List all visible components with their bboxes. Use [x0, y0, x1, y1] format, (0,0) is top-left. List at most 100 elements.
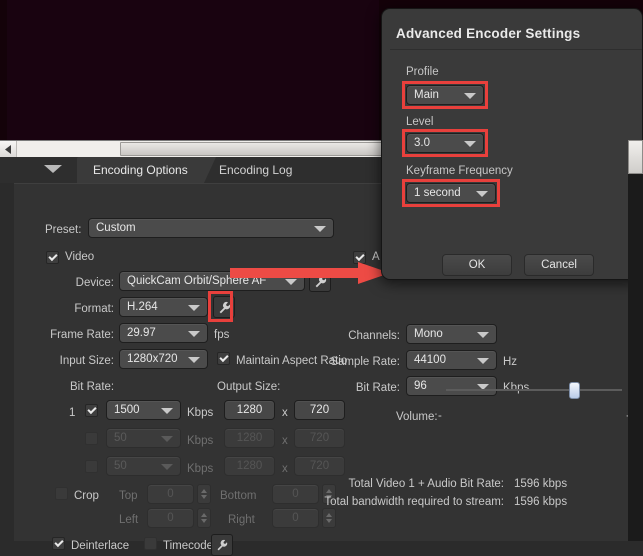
ok-button[interactable]: OK: [442, 254, 512, 276]
crop-right-field[interactable]: 0: [272, 508, 319, 528]
stream-enable-checkbox-3[interactable]: [85, 460, 98, 473]
deinterlace-checkbox[interactable]: [52, 537, 65, 550]
stream-height-value-2: 720: [309, 432, 330, 444]
frame-rate-unit: fps: [214, 329, 230, 341]
video-checkbox[interactable]: [46, 251, 59, 264]
crop-bottom-field[interactable]: 0: [272, 484, 319, 504]
vertical-scrollbar[interactable]: [628, 140, 643, 541]
tab-encoding-log[interactable]: Encoding Log: [203, 157, 308, 183]
crop-bottom-label: Bottom: [220, 490, 257, 502]
stream-height-field-2[interactable]: 720: [294, 428, 345, 448]
timecode-checkbox[interactable]: [144, 537, 157, 550]
sample-rate-unit: Hz: [503, 356, 518, 368]
stream-width-field-3[interactable]: 1280: [224, 456, 275, 476]
crop-top-value: 0: [167, 488, 174, 500]
output-size-header: Output Size:: [217, 381, 281, 393]
stream-bitrate-select-2[interactable]: 50: [106, 428, 181, 448]
crop-right-value: 0: [292, 512, 299, 524]
crop-top-label: Top: [119, 490, 138, 502]
crop-left-field[interactable]: 0: [147, 508, 194, 528]
preset-label: Preset:: [45, 224, 82, 236]
stream-bitrate-value-2: 50: [114, 432, 127, 444]
input-size-value: 1280x720: [127, 353, 178, 365]
volume-slider-thumb[interactable]: [569, 382, 580, 399]
video-label: Video: [65, 251, 95, 263]
crop-top-field[interactable]: 0: [147, 484, 194, 504]
summary-label-1: Total bandwidth required to stream:: [324, 496, 504, 508]
stream-width-field-2[interactable]: 1280: [224, 428, 275, 448]
advanced-encoder-settings-dialog: Advanced Encoder Settings Profile Main L…: [381, 8, 643, 280]
stream-enable-checkbox-2[interactable]: [85, 432, 98, 445]
deinterlace-label: Deinterlace: [71, 540, 130, 552]
wrench-icon: [219, 301, 230, 313]
stream-height-field-1[interactable]: 720: [294, 400, 345, 420]
level-label: Level: [406, 116, 434, 128]
chevron-down-icon: [161, 464, 173, 470]
chevron-down-icon: [188, 357, 200, 363]
stepper-up-icon: [201, 513, 207, 517]
chevron-down-icon: [464, 93, 476, 99]
format-select[interactable]: H.264: [119, 297, 208, 317]
audio-bit-rate-unit: Kbps: [503, 382, 530, 394]
input-size-select[interactable]: 1280x720: [119, 349, 208, 369]
crop-left-label: Left: [119, 514, 139, 526]
stream-width-field-1[interactable]: 1280: [224, 400, 275, 420]
stream-width-value-1: 1280: [236, 404, 263, 416]
volume-minus-label: -: [438, 410, 442, 422]
channels-label: Channels:: [348, 330, 400, 342]
keyframe-frequency-label: Keyframe Frequency: [406, 165, 513, 177]
stream-bitrate-select-3[interactable]: 50: [106, 456, 181, 476]
left-arrow-icon[interactable]: [0, 141, 17, 157]
format-label: Format:: [74, 303, 114, 315]
chevron-down-icon[interactable]: [44, 165, 62, 173]
crop-top-stepper[interactable]: [197, 484, 211, 504]
stream-enable-checkbox-1[interactable]: [85, 404, 98, 417]
frame-rate-value: 29.97: [127, 327, 156, 339]
dialog-title: Advanced Encoder Settings: [396, 26, 581, 41]
stream-width-value-3: 1280: [236, 460, 263, 472]
stream-height-field-3[interactable]: 720: [294, 456, 345, 476]
timecode-label: Timecode: [163, 540, 214, 552]
maintain-aspect-ratio-checkbox[interactable]: [217, 352, 230, 365]
stream-height-value-1: 720: [309, 404, 330, 416]
sample-rate-select[interactable]: 44100: [406, 350, 497, 370]
keyframe-frequency-select[interactable]: 1 second: [406, 183, 496, 203]
preset-value: Custom: [96, 222, 136, 234]
stream-bitrate-unit-1: Kbps: [187, 407, 214, 419]
chevron-down-icon: [188, 331, 200, 337]
level-value: 3.0: [414, 137, 430, 149]
format-settings-button[interactable]: [213, 296, 235, 318]
keyframe-frequency-value: 1 second: [414, 187, 461, 199]
stream-height-value-3: 720: [309, 460, 330, 472]
crop-right-stepper[interactable]: [322, 508, 336, 528]
crop-checkbox[interactable]: [55, 487, 68, 500]
audio-bit-rate-select[interactable]: 96: [406, 376, 497, 396]
stream-index-1: 1: [69, 407, 76, 419]
preset-select[interactable]: Custom: [88, 218, 334, 238]
timecode-settings-button[interactable]: [211, 534, 233, 556]
chevron-down-icon: [477, 358, 489, 364]
frame-rate-select[interactable]: 29.97: [119, 323, 208, 343]
volume-slider-track[interactable]: [446, 389, 622, 391]
audio-bit-rate-value: 96: [414, 380, 427, 392]
level-select[interactable]: 3.0: [406, 133, 484, 153]
size-separator-1: x: [282, 407, 288, 419]
crop-bottom-value: 0: [292, 488, 299, 500]
summary-label-0: Total Video 1 + Audio Bit Rate:: [348, 478, 504, 490]
channels-select[interactable]: Mono: [406, 324, 497, 344]
frame-rate-label: Frame Rate:: [50, 329, 114, 341]
stream-bitrate-select-1[interactable]: 1500: [106, 400, 181, 420]
sample-rate-value: 44100: [414, 354, 446, 366]
crop-left-stepper[interactable]: [197, 508, 211, 528]
stepper-down-icon: [201, 495, 207, 499]
vertical-scrollbar-thumb[interactable]: [628, 140, 643, 174]
profile-select[interactable]: Main: [406, 85, 484, 105]
cancel-button[interactable]: Cancel: [524, 254, 594, 276]
chevron-down-icon: [161, 436, 173, 442]
tab-encoding-options[interactable]: Encoding Options: [77, 157, 216, 183]
device-label: Device:: [75, 277, 114, 289]
stream-bitrate-unit-3: Kbps: [187, 463, 214, 475]
summary-value-0: 1596 kbps: [514, 478, 568, 490]
video-preview-surface: [7, 0, 379, 140]
chevron-down-icon: [476, 191, 488, 197]
